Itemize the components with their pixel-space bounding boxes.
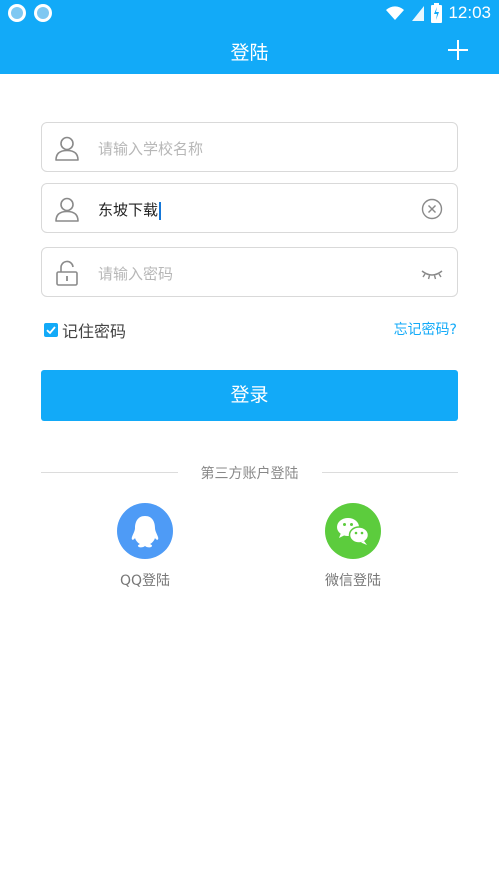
plus-icon[interactable]: [445, 37, 471, 63]
username-input[interactable]: 东坡下载: [41, 183, 458, 233]
login-button[interactable]: 登录: [41, 370, 458, 421]
status-indicators: 12:03: [385, 3, 491, 23]
remember-password-checkbox[interactable]: [44, 323, 58, 337]
wechat-login-label: 微信登陆: [325, 573, 381, 589]
divider-right: [322, 472, 458, 473]
status-bar: 12:03: [0, 0, 499, 28]
checkmark-icon: [46, 326, 56, 335]
wechat-icon: [337, 518, 370, 545]
qq-icon: [131, 516, 159, 548]
remember-password[interactable]: 记住密码: [44, 318, 126, 342]
school-name-input[interactable]: 请输入学校名称: [41, 122, 458, 172]
password-input[interactable]: 请输入密码: [41, 247, 458, 297]
qq-icon-circle[interactable]: [117, 503, 173, 559]
remember-password-label: 记住密码: [62, 322, 127, 341]
third-party-heading: 第三方账户登陆: [200, 466, 299, 482]
clock: 12:03: [448, 3, 491, 22]
page-title: 登陆: [230, 42, 269, 64]
text-cursor: [159, 201, 162, 220]
notification-icon: [8, 4, 26, 22]
wechat-icon-circle[interactable]: [325, 503, 381, 559]
qq-login-button[interactable]: QQ登陆: [95, 503, 195, 590]
password-placeholder: 请输入密码: [98, 265, 174, 283]
school-name-placeholder: 请输入学校名称: [98, 140, 204, 158]
notification-icons: [8, 4, 52, 22]
forgot-password-link[interactable]: 忘记密码?: [394, 319, 457, 339]
signal-icon: [412, 6, 425, 21]
app-bar: 登陆: [0, 28, 499, 74]
user-icon: [55, 197, 79, 222]
eye-closed-icon[interactable]: [420, 262, 444, 284]
battery-icon: [431, 3, 443, 23]
clear-icon[interactable]: [421, 198, 443, 220]
qq-login-label: QQ登陆: [119, 573, 171, 589]
wifi-icon: [386, 6, 405, 21]
notification-icon: [34, 4, 52, 22]
username-value-wrapper: 东坡下载: [98, 199, 162, 220]
lock-icon: [56, 260, 78, 286]
wechat-login-button[interactable]: 微信登陆: [303, 503, 403, 590]
username-value: 东坡下载: [98, 201, 159, 219]
user-icon: [55, 136, 79, 161]
